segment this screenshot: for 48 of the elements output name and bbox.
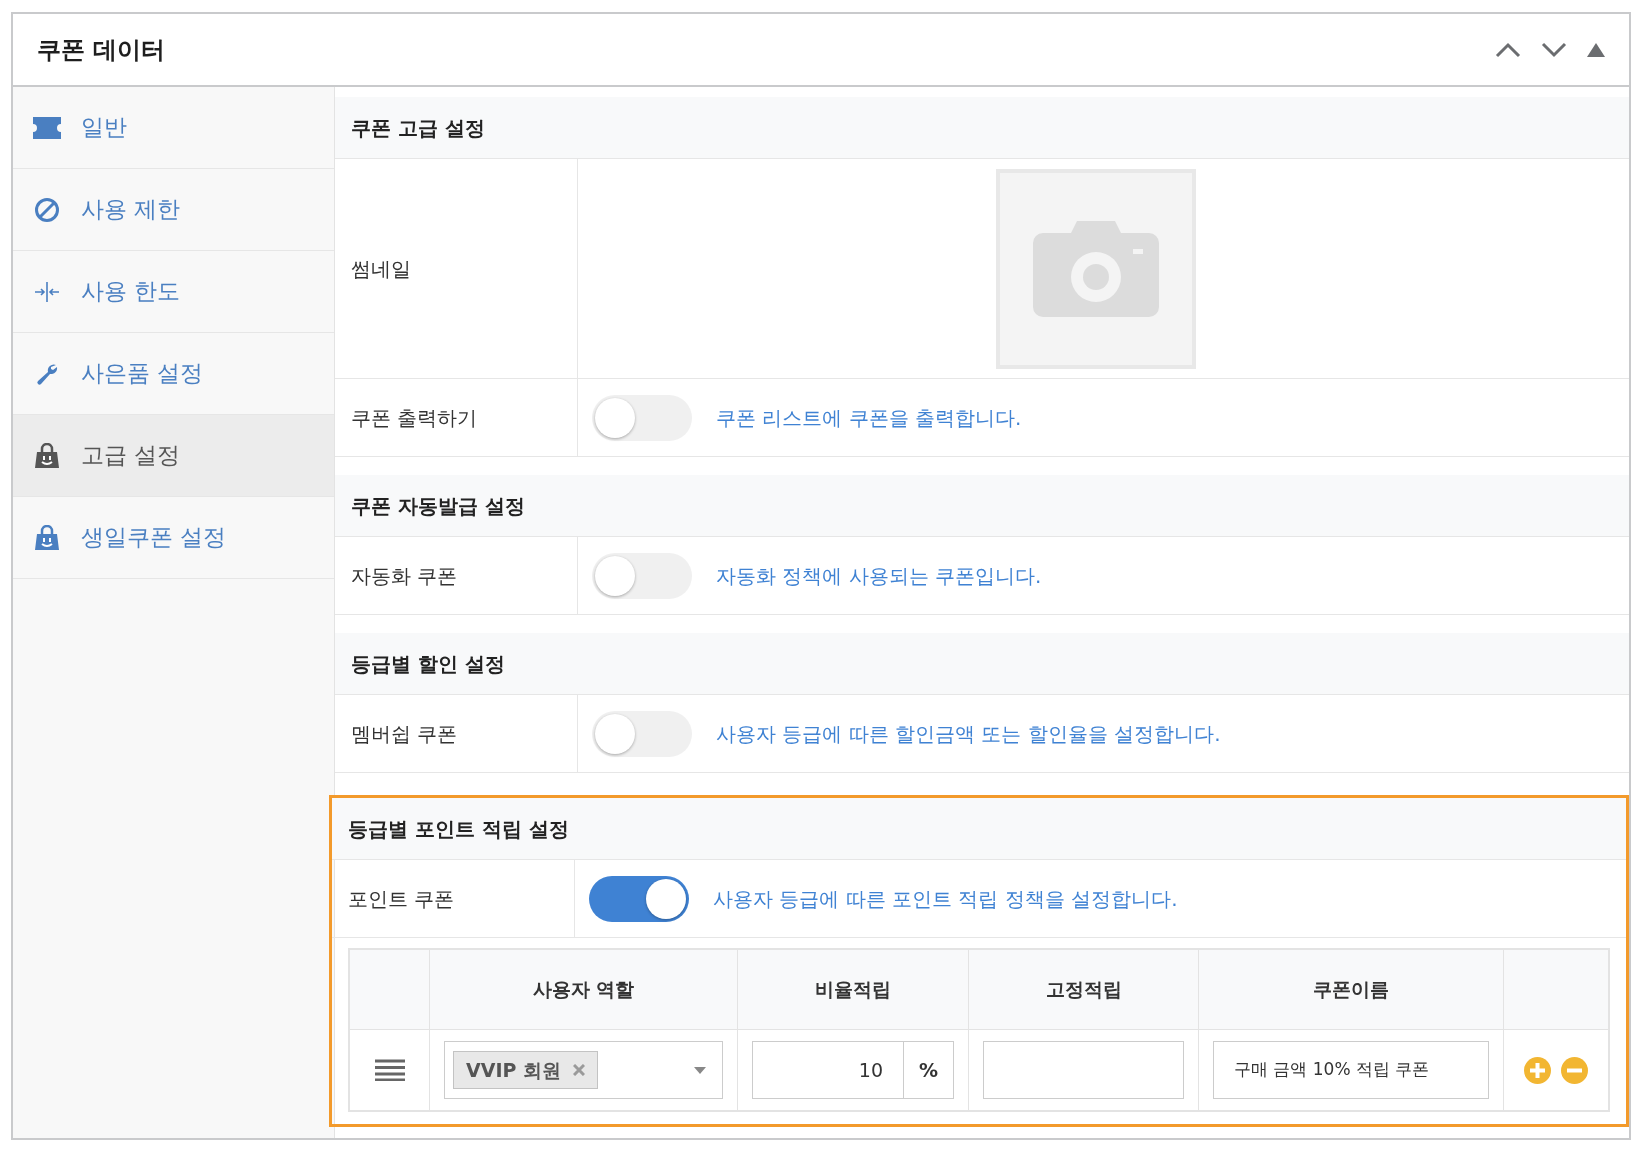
- sidebar-item[interactable]: 생일쿠폰 설정: [13, 497, 334, 579]
- remove-icon[interactable]: [1561, 1056, 1588, 1084]
- camera-icon: [1032, 220, 1159, 317]
- prohibited-icon: [34, 196, 60, 223]
- field-label: 쿠폰 출력하기: [351, 404, 478, 432]
- column-header: 비율적립: [815, 977, 891, 1003]
- field-label: 포인트 쿠폰: [348, 885, 455, 913]
- section-title: 쿠폰 고급 설정: [351, 114, 485, 142]
- section-title: 등급별 할인 설정: [351, 650, 505, 678]
- toggle-description: 자동화 정책에 사용되는 쿠폰입니다.: [716, 562, 1042, 590]
- ticket-icon: [33, 116, 61, 139]
- column-header: 사용자 역할: [532, 977, 635, 1003]
- sidebar-item[interactable]: 사용 제한: [13, 169, 334, 251]
- fixed-amount-input[interactable]: [983, 1041, 1184, 1099]
- field-label: 썸네일: [351, 255, 411, 283]
- shopping-bag-icon: [34, 524, 60, 551]
- toggle-description: 사용자 등급에 따른 할인금액 또는 할인율을 설정합니다.: [716, 720, 1221, 748]
- toggle-description: 사용자 등급에 따른 포인트 적립 정책을 설정합니다.: [713, 885, 1178, 913]
- arrows-inward-icon: [34, 280, 60, 303]
- drag-handle-icon[interactable]: [374, 1059, 405, 1081]
- sidebar-item[interactable]: 사용 한도: [13, 251, 334, 333]
- toggle-switch[interactable]: [592, 552, 692, 599]
- section-title: 등급별 포인트 적립 설정: [348, 815, 569, 843]
- field-label: 자동화 쿠폰: [351, 562, 458, 590]
- role-select[interactable]: VVIP 회원: [444, 1041, 723, 1099]
- toggle-switch[interactable]: [592, 394, 692, 441]
- move-up-icon[interactable]: [1495, 41, 1521, 58]
- column-header: 고정적립: [1045, 977, 1122, 1003]
- rate-input[interactable]: 10: [752, 1041, 904, 1099]
- toggle-switch[interactable]: [589, 875, 689, 922]
- toggle-description: 쿠폰 리스트에 쿠폰을 출력합니다.: [716, 404, 1022, 432]
- move-down-icon[interactable]: [1541, 41, 1567, 58]
- panel-title: 쿠폰 데이터: [37, 34, 166, 66]
- shopping-bag-icon: [34, 442, 60, 469]
- role-tag: VVIP 회원: [453, 1051, 599, 1089]
- field-label: 멤버쉽 쿠폰: [351, 720, 458, 748]
- collapse-icon[interactable]: [1587, 42, 1605, 57]
- remove-icon[interactable]: [573, 1064, 586, 1076]
- caret-icon: [694, 1066, 706, 1074]
- coupon-name-input[interactable]: 구매 금액 10% 적립 쿠폰: [1213, 1041, 1489, 1099]
- toggle-switch[interactable]: [592, 710, 692, 757]
- add-icon[interactable]: [1524, 1056, 1551, 1084]
- section-title: 쿠폰 자동발급 설정: [351, 492, 525, 520]
- sidebar-item[interactable]: 일반: [13, 87, 334, 169]
- sidebar-item[interactable]: 고급 설정: [13, 415, 334, 497]
- column-header: 쿠폰이름: [1313, 977, 1389, 1003]
- image-placeholder[interactable]: [995, 168, 1196, 369]
- percent-addon: %: [904, 1041, 954, 1099]
